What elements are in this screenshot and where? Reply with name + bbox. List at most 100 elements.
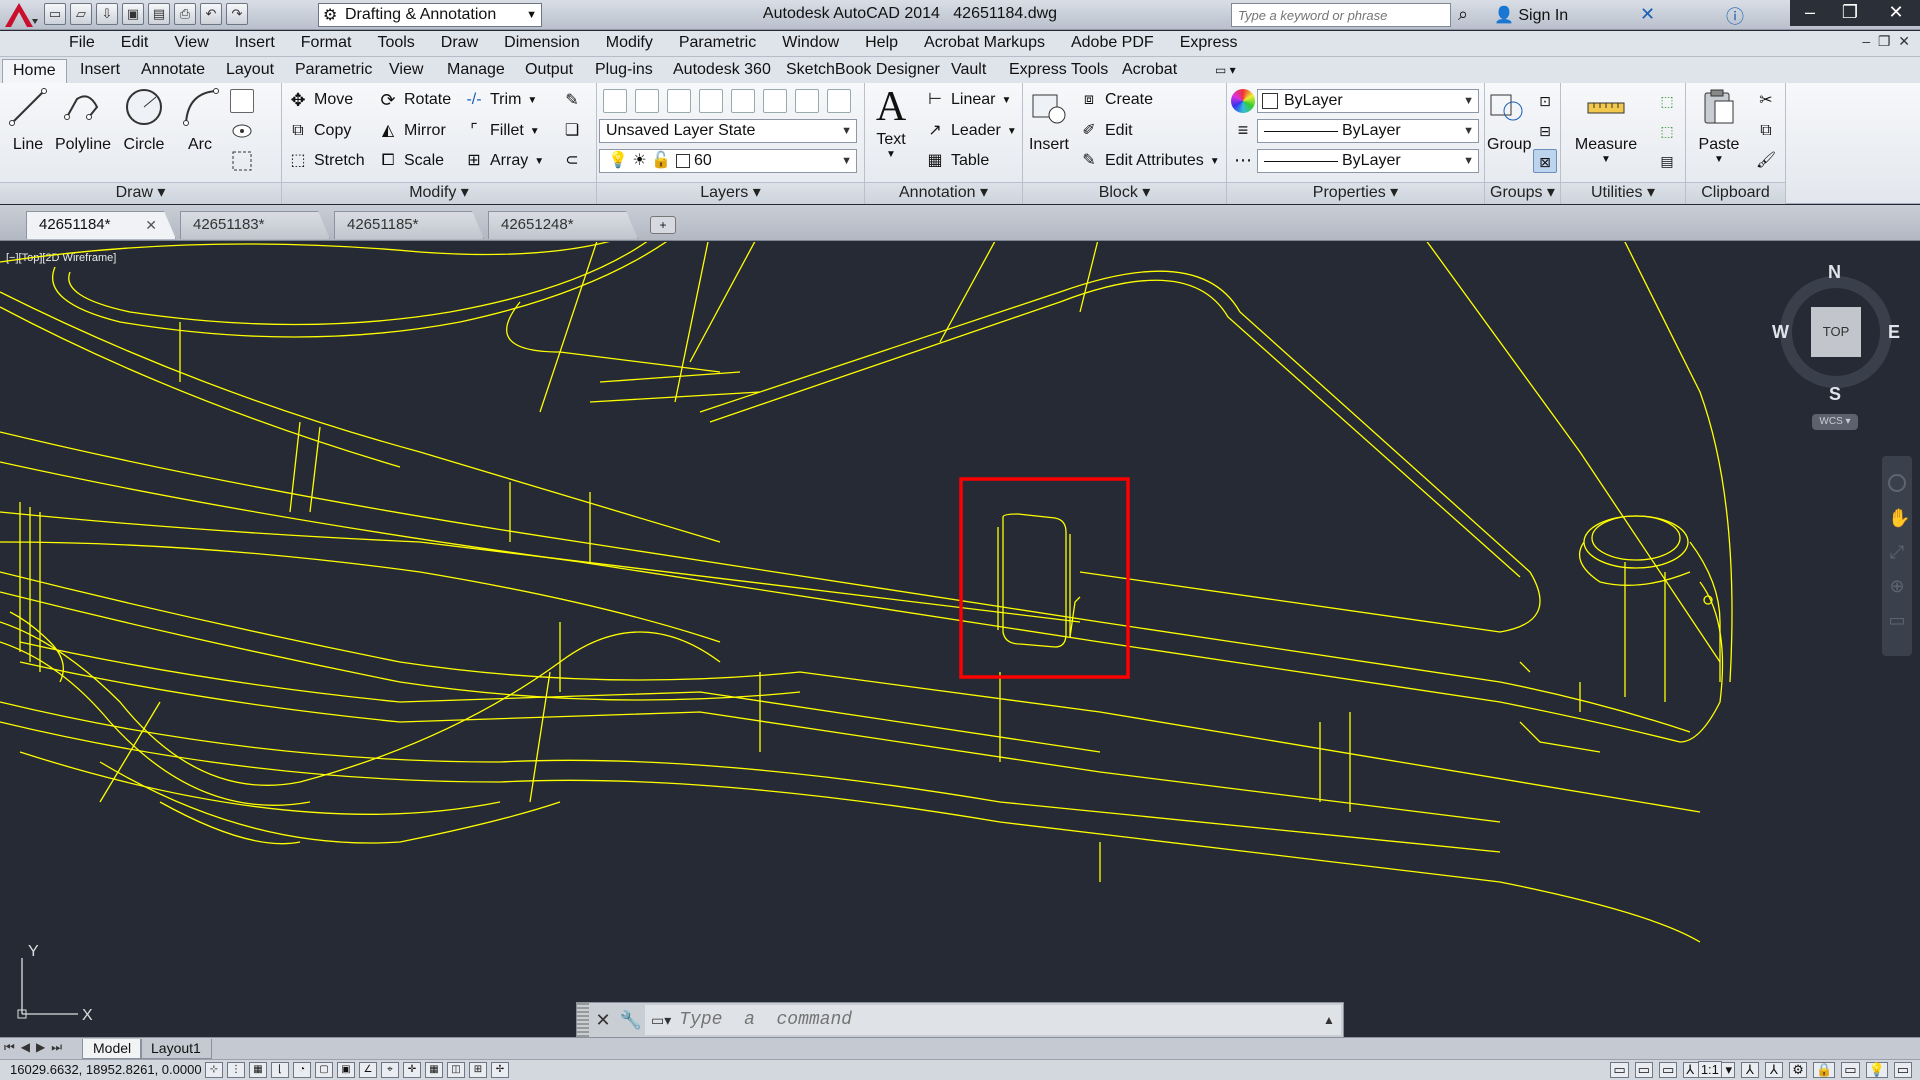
layer-freeze-icon[interactable] [731, 89, 755, 113]
quick-view-drawings-icon[interactable]: ▭ [1658, 1062, 1678, 1078]
model-space-icon[interactable]: ▭ [1610, 1062, 1629, 1078]
menu-format[interactable]: Format [288, 34, 365, 52]
layer-unisolate-icon[interactable] [699, 89, 723, 113]
clean-screen-icon[interactable]: ▭ [1893, 1062, 1912, 1078]
workspace-switching-icon[interactable]: ⚙ [1789, 1062, 1808, 1078]
edit-block-button[interactable]: ✐ Edit [1079, 119, 1132, 143]
fillet-button[interactable]: ⌜ Fillet ▼ [464, 119, 539, 143]
compass-n[interactable]: N [1828, 262, 1841, 283]
tab-annotate[interactable]: Annotate [141, 59, 205, 83]
circle-button[interactable]: Circle [118, 87, 170, 154]
explode-icon[interactable]: ❏ [560, 119, 584, 143]
tab-layout[interactable]: Layout [226, 59, 274, 83]
linear-button[interactable]: ⊢ Linear ▼ [925, 88, 1011, 112]
menu-edit[interactable]: Edit [108, 34, 162, 52]
redo-icon[interactable]: ↷ [226, 3, 248, 25]
autocad-logo-icon[interactable] [2, 1, 40, 29]
steering-wheel-icon[interactable] [1888, 474, 1906, 492]
layer-properties-icon[interactable] [603, 89, 627, 113]
stretch-button[interactable]: ⬚ Stretch [288, 149, 364, 173]
layers-panel-title[interactable]: Layers ▾ [597, 182, 864, 204]
doc-tab-42651183[interactable]: 42651183* [180, 211, 330, 239]
block-panel-title[interactable]: Block ▾ [1023, 182, 1226, 204]
layer-dropdown[interactable]: 💡 ☀ 🔓 60 ▼ [599, 149, 857, 173]
search-input[interactable] [1231, 3, 1451, 27]
table-button[interactable]: ▦ Table [925, 149, 989, 173]
orbit-icon[interactable]: ⊕ [1888, 576, 1906, 596]
command-history-icon[interactable]: ▭▾ [645, 1012, 671, 1029]
color-dropdown[interactable]: ByLayer ▼ [1257, 89, 1479, 113]
insert-button[interactable]: Insert [1027, 87, 1071, 154]
polar-tracking-icon[interactable]: ◔ [293, 1062, 311, 1078]
layer-off-icon[interactable] [763, 89, 787, 113]
ungroup-icon[interactable]: ⊡ [1533, 89, 1557, 113]
ducs-icon[interactable]: ⌖ [381, 1062, 399, 1078]
close-icon[interactable]: ✕ [1876, 0, 1916, 26]
tab-parametric[interactable]: Parametric [295, 59, 372, 83]
create-block-button[interactable]: ⧈ Create [1079, 88, 1153, 112]
draw-panel-title[interactable]: Draw ▾ [0, 182, 281, 204]
ortho-mode-icon[interactable]: ⌊ [271, 1062, 289, 1078]
layout-nav-arrows[interactable]: ⏮◀▶⏭ [4, 1040, 68, 1055]
compass-s[interactable]: S [1829, 384, 1841, 405]
tab-output[interactable]: Output [525, 59, 573, 83]
lineweight-toggle-icon[interactable]: ▦ [425, 1062, 443, 1078]
tab-view[interactable]: View [389, 59, 423, 83]
arc-button[interactable]: Arc [176, 87, 224, 154]
region-icon[interactable] [230, 149, 254, 173]
copy-clip-icon[interactable]: ⧉ [1754, 119, 1778, 143]
rectangle-icon[interactable] [230, 89, 254, 113]
menu-draw[interactable]: Draw [428, 34, 491, 52]
hardware-acceleration-icon[interactable]: ▭ [1841, 1062, 1860, 1078]
tab-sketchbook-designer[interactable]: SketchBook Designer [786, 59, 940, 83]
clipboard-panel-title[interactable]: Clipboard [1686, 182, 1785, 204]
customize-wrench-icon[interactable]: 🔧 [617, 1010, 645, 1031]
match-properties-icon[interactable] [1231, 89, 1255, 113]
transparency-icon[interactable]: ◫ [447, 1062, 465, 1078]
line-button[interactable]: Line [6, 87, 50, 154]
match-properties-brush-icon[interactable]: 🖌 [1754, 149, 1778, 173]
grid-display-icon[interactable]: ▦ [249, 1062, 267, 1078]
close-icon[interactable]: ✕ [589, 1010, 617, 1031]
menu-adobe-pdf[interactable]: Adobe PDF [1058, 34, 1167, 52]
pan-icon[interactable]: ✋ [1888, 508, 1910, 528]
tab-acrobat[interactable]: Acrobat [1122, 59, 1177, 83]
polyline-button[interactable]: Polyline [54, 87, 112, 154]
selection-cycling-icon[interactable]: ✢ [491, 1062, 509, 1078]
save-to-web-icon[interactable]: ⇩ [96, 3, 118, 25]
binoculars-icon[interactable]: ⌕ [1458, 4, 1468, 25]
rotate-button[interactable]: ⟳ Rotate [378, 88, 451, 112]
snap-mode-icon[interactable]: ⋮ [227, 1062, 245, 1078]
layer-states-icon[interactable] [635, 89, 659, 113]
menu-acrobat-markups[interactable]: Acrobat Markups [911, 34, 1058, 52]
menu-modify[interactable]: Modify [593, 34, 666, 52]
annotation-panel-title[interactable]: Annotation ▾ [865, 182, 1022, 204]
minimize-icon[interactable]: – [1790, 0, 1830, 26]
linetype-dropdown[interactable]: ByLayer ▼ [1257, 119, 1479, 143]
model-tab[interactable]: Model [82, 1039, 143, 1059]
edit-attributes-button[interactable]: ✎ Edit Attributes ▼ [1079, 149, 1219, 173]
doc-tab-42651184[interactable]: 42651184* ✕ [26, 211, 176, 239]
modify-panel-title[interactable]: Modify ▾ [282, 182, 596, 204]
isolate-objects-icon[interactable]: 💡 [1865, 1062, 1888, 1078]
zoom-icon[interactable]: ⤢ [1888, 542, 1906, 562]
quick-view-layouts-icon[interactable]: ▭ [1634, 1062, 1653, 1078]
coordinates-readout[interactable]: 16029.6632, 18952.8261, 0.0000 [10, 1062, 202, 1077]
select-all-icon[interactable]: ⬚ [1655, 119, 1679, 143]
trim-button[interactable]: -/- Trim ▼ [464, 88, 537, 112]
showmotion-icon[interactable]: ▭ [1888, 610, 1906, 630]
sign-in-button[interactable]: 👤 Sign In [1494, 5, 1568, 25]
layer-previous-icon[interactable] [827, 89, 851, 113]
lineweight-dropdown[interactable]: ByLayer ▼ [1257, 149, 1479, 173]
toolbar-lock-icon[interactable]: 🔒 [1813, 1062, 1836, 1078]
command-input[interactable] [671, 1006, 1317, 1034]
paste-button[interactable]: Paste ▼ [1694, 87, 1744, 165]
annotation-scale[interactable]: ⅄ 1:1 ▾ [1683, 1061, 1736, 1078]
leader-button[interactable]: ↗ Leader ▼ [925, 119, 1016, 143]
tab-insert[interactable]: Insert [80, 59, 120, 83]
erase-icon[interactable]: ✎ [560, 89, 584, 113]
menu-tools[interactable]: Tools [364, 34, 427, 52]
save-icon[interactable]: ▣ [122, 3, 144, 25]
array-button[interactable]: ⊞ Array ▼ [464, 149, 544, 173]
layer-state-dropdown[interactable]: Unsaved Layer State ▼ [599, 119, 857, 143]
